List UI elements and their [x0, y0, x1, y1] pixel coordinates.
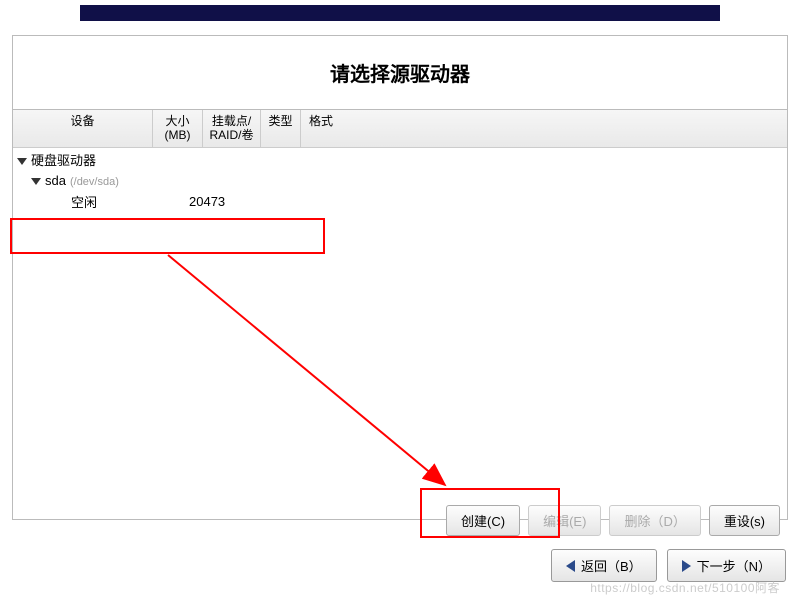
chevron-down-icon[interactable] [17, 158, 27, 165]
top-header-band [80, 5, 720, 21]
reset-button[interactable]: 重设(s) [709, 505, 780, 536]
col-size[interactable]: 大小 (MB) [153, 110, 203, 147]
tree-free-label: 空闲 [71, 195, 97, 210]
delete-button: 删除（D） [609, 505, 700, 536]
next-button[interactable]: 下一步（N） [667, 549, 786, 582]
tree-disk-label: sda [45, 173, 66, 188]
page-title: 请选择源驱动器 [13, 36, 787, 110]
edit-button: 编辑(E) [528, 505, 601, 536]
main-panel: 请选择源驱动器 设备 大小 (MB) 挂载点/ RAID/卷 类型 格式 硬盘驱… [12, 35, 788, 520]
col-device[interactable]: 设备 [13, 110, 153, 147]
tree-disk-path: (/dev/sda) [70, 176, 119, 188]
action-button-bar: 创建(C) 编辑(E) 删除（D） 重设(s) [12, 501, 788, 540]
arrow-left-icon [566, 560, 575, 572]
tree-row-disk[interactable]: sda (/dev/sda) [13, 171, 787, 190]
back-button[interactable]: 返回（B） [551, 549, 657, 582]
chevron-down-icon[interactable] [31, 178, 41, 185]
col-format[interactable]: 格式 [301, 110, 341, 147]
tree-row-free[interactable]: 空闲 20473 [13, 190, 787, 213]
table-body: 硬盘驱动器 sda (/dev/sda) 空闲 20473 [13, 148, 787, 458]
arrow-right-icon [682, 560, 691, 572]
tree-free-size: 20473 [189, 194, 239, 209]
nav-bar: 返回（B） 下一步（N） [551, 549, 786, 582]
back-label: 返回（B） [581, 556, 642, 575]
next-label: 下一步（N） [697, 556, 771, 575]
tree-root-label: 硬盘驱动器 [31, 153, 96, 168]
table-header: 设备 大小 (MB) 挂载点/ RAID/卷 类型 格式 [13, 110, 787, 148]
col-mount[interactable]: 挂载点/ RAID/卷 [203, 110, 261, 147]
tree-row-root[interactable]: 硬盘驱动器 [13, 148, 787, 171]
create-button[interactable]: 创建(C) [446, 505, 520, 536]
watermark: https://blog.csdn.net/510100阿客 [590, 579, 780, 596]
col-type[interactable]: 类型 [261, 110, 301, 147]
